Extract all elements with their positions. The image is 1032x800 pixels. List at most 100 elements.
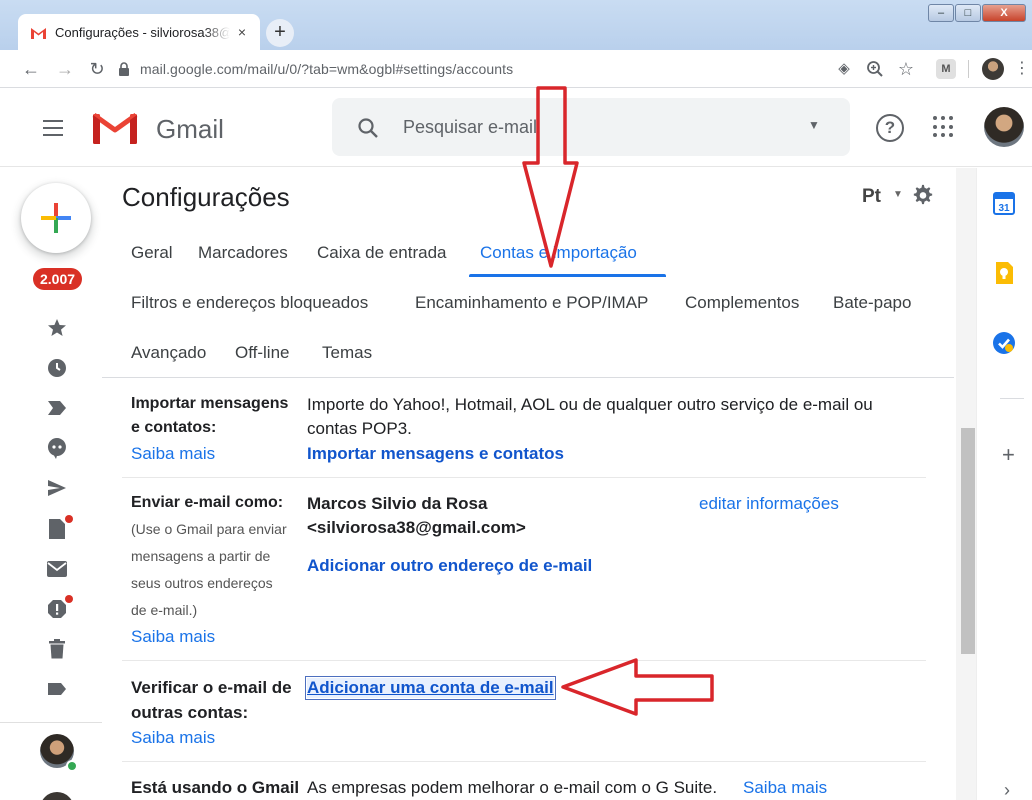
tab-title: Configurações - silviorosa38@gmail.com	[55, 24, 230, 40]
compose-plus-icon	[41, 203, 71, 233]
online-status-dot	[66, 760, 78, 772]
side-panel-chevron-icon[interactable]: ›	[1004, 780, 1010, 800]
gsuite-label: Está usando o Gmail	[131, 778, 300, 797]
import-learn-more-link[interactable]: Saiba mais	[131, 444, 215, 464]
trash-icon[interactable]	[46, 638, 68, 660]
browser-menu-icon[interactable]: ⋮	[1014, 58, 1030, 78]
send-as-help: de e-mail.)	[131, 602, 198, 618]
add-mail-account-link[interactable]: Adicionar uma conta de e-mail	[305, 676, 556, 700]
send-as-help: (Use o Gmail para enviar	[131, 521, 287, 537]
search-options-chevron-icon[interactable]: ▼	[808, 118, 820, 132]
minimize-button[interactable]: –	[928, 4, 954, 22]
snoozed-clock-icon[interactable]	[46, 357, 68, 379]
zoom-icon[interactable]	[866, 60, 884, 78]
tab-caixa-de-entrada[interactable]: Caixa de entrada	[317, 243, 446, 263]
left-annotation-arrow-icon	[561, 658, 714, 716]
section-divider	[122, 660, 926, 661]
inbox-unread-badge[interactable]: 2.007	[33, 268, 83, 290]
browser-profile-avatar[interactable]	[982, 58, 1004, 80]
input-tools-chevron-icon[interactable]: ▼	[893, 189, 903, 200]
spam-icon[interactable]	[46, 595, 73, 620]
send-as-learn-more-link[interactable]: Saiba mais	[131, 627, 215, 647]
tab-filtros[interactable]: Filtros e endereços bloqueados	[131, 293, 368, 313]
active-tab-indicator	[469, 274, 666, 277]
gmail-wordmark: Gmail	[156, 114, 224, 144]
tab-encaminhamento[interactable]: Encaminhamento e POP/IMAP	[415, 293, 648, 313]
add-address-link[interactable]: Adicionar outro endereço de e-mail	[307, 556, 592, 576]
import-description-cont: contas POP3.	[307, 419, 412, 438]
eye-icon[interactable]: ◈	[834, 59, 854, 79]
starred-icon[interactable]	[46, 317, 68, 339]
scrollbar-thumb[interactable]	[961, 428, 975, 654]
import-description: Importe do Yahoo!, Hotmail, AOL ou de qu…	[307, 395, 873, 414]
browser-toolbar: ← → ↻ mail.google.com/mail/u/0/?tab=wm&o…	[0, 50, 1032, 88]
tab-bate-papo[interactable]: Bate-papo	[833, 293, 911, 313]
main-menu-icon[interactable]	[40, 115, 66, 141]
import-label: Importar mensagens	[131, 395, 289, 412]
reload-icon[interactable]: ↻	[82, 50, 112, 88]
tabs-divider	[102, 377, 954, 378]
search-bar[interactable]: Pesquisar e-mail ▼	[332, 98, 850, 156]
chats-icon[interactable]	[46, 437, 68, 459]
send-as-help: mensagens a partir de	[131, 548, 271, 564]
maximize-button[interactable]: □	[955, 4, 981, 22]
search-icon[interactable]	[356, 116, 380, 140]
gsuite-learn-more-link[interactable]: Saiba mais	[743, 778, 827, 798]
send-as-help: seus outros endereços	[131, 575, 273, 591]
compose-button[interactable]	[21, 183, 91, 253]
new-tab-button[interactable]: +	[266, 19, 294, 47]
tab-avancado[interactable]: Avançado	[131, 343, 206, 363]
search-input[interactable]: Pesquisar e-mail	[403, 117, 537, 138]
gmail-logo-icon[interactable]	[92, 109, 138, 145]
tab-marcadores[interactable]: Marcadores	[198, 243, 288, 263]
gmail-favicon-icon	[31, 27, 46, 39]
help-icon[interactable]: ?	[876, 114, 904, 142]
google-apps-icon[interactable]	[933, 116, 955, 138]
gsuite-description: As empresas podem melhorar o e-mail com …	[307, 778, 718, 797]
import-messages-link[interactable]: Importar mensagens e contatos	[307, 444, 564, 464]
label-tag-icon[interactable]	[46, 678, 68, 700]
bookmark-star-icon[interactable]: ☆	[896, 59, 916, 79]
section-divider	[122, 761, 926, 762]
sender-email: <silviorosa38@gmail.com>	[307, 518, 526, 537]
tasks-icon[interactable]	[976, 331, 1032, 355]
lock-icon	[119, 62, 129, 76]
window-controls: – □ X	[928, 4, 1026, 22]
back-icon[interactable]: ←	[16, 50, 46, 88]
check-mail-label: Verificar o e-mail de	[131, 678, 292, 697]
calendar-day-text: 31	[998, 203, 1010, 214]
drafts-icon[interactable]	[46, 515, 73, 540]
edit-info-link[interactable]: editar informações	[699, 494, 839, 514]
check-mail-learn-more-link[interactable]: Saiba mais	[131, 728, 215, 748]
keep-icon[interactable]	[976, 261, 1032, 285]
section-divider	[122, 477, 926, 478]
close-window-button[interactable]: X	[982, 4, 1026, 22]
forward-icon[interactable]: →	[50, 50, 80, 88]
tab-contas-e-importacao[interactable]: Contas e importação	[480, 243, 637, 263]
settings-gear-icon[interactable]	[912, 184, 934, 206]
address-bar[interactable]: mail.google.com/mail/u/0/?tab=wm&ogbl#se…	[118, 55, 928, 83]
sent-icon[interactable]	[46, 477, 68, 499]
calendar-icon[interactable]: 31	[976, 191, 1032, 215]
browser-titlebar: Configurações - silviorosa38@gmail.com ×…	[0, 0, 1032, 50]
input-tools-icon[interactable]: Pt	[862, 186, 881, 208]
sender-name: Marcos Silvio da Rosa	[307, 494, 488, 513]
gmail-header: Gmail Pesquisar e-mail ▼ ?	[0, 89, 1032, 167]
browser-tab[interactable]: Configurações - silviorosa38@gmail.com ×	[18, 14, 260, 50]
all-mail-icon[interactable]	[46, 558, 68, 580]
rail-divider	[0, 722, 102, 723]
tab-off-line[interactable]: Off-line	[235, 343, 290, 363]
tab-geral[interactable]: Geral	[131, 243, 173, 263]
side-divider	[1000, 398, 1024, 399]
check-mail-label-cont: outras contas:	[131, 703, 249, 722]
send-as-label: Enviar e-mail como:	[131, 494, 284, 511]
tab-temas[interactable]: Temas	[322, 343, 372, 363]
get-addons-plus-icon[interactable]: +	[1002, 442, 1015, 468]
url-text: mail.google.com/mail/u/0/?tab=wm&ogbl#se…	[140, 61, 514, 77]
extension-icon[interactable]: M	[936, 59, 956, 79]
account-avatar[interactable]	[984, 107, 1024, 147]
important-icon[interactable]	[46, 397, 68, 419]
tab-complementos[interactable]: Complementos	[685, 293, 799, 313]
contact-avatar[interactable]	[40, 792, 74, 800]
tab-close-icon[interactable]: ×	[234, 24, 250, 40]
